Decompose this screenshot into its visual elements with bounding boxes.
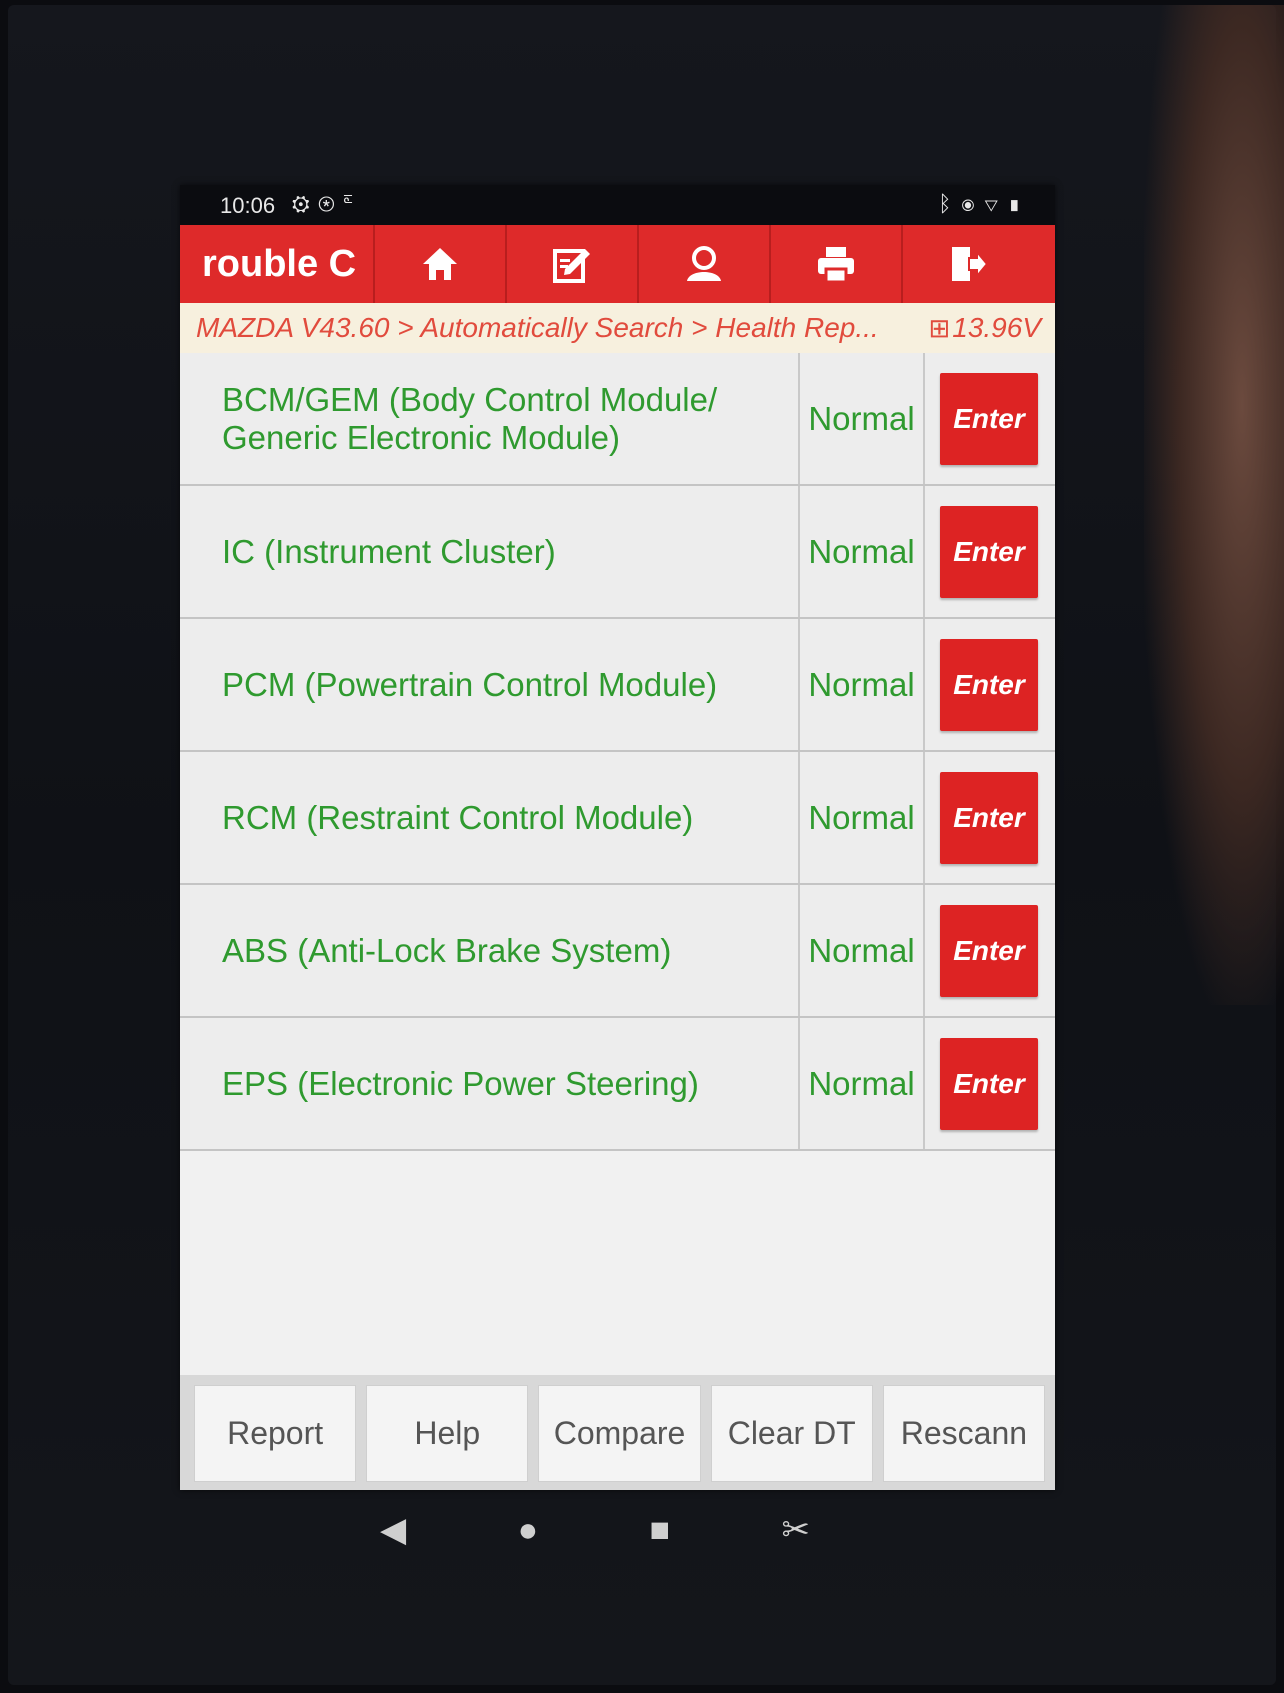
module-name: RCM (Restraint Control Module) bbox=[180, 752, 800, 883]
module-name: PCM (Powertrain Control Module) bbox=[180, 619, 800, 750]
car-battery-icon: ⊞ bbox=[928, 313, 951, 343]
enter-button[interactable]: Enter bbox=[940, 1038, 1038, 1130]
home-button[interactable] bbox=[373, 225, 505, 303]
back-icon[interactable]: ◀ bbox=[380, 1510, 406, 1550]
module-row: IC (Instrument Cluster) Normal Enter bbox=[180, 486, 1055, 619]
battery-icon: ▮ bbox=[1007, 191, 1031, 216]
footer-actions: Report Help Compare Clear DT Rescann bbox=[180, 1375, 1055, 1490]
module-status: Normal bbox=[800, 885, 925, 1016]
enter-button[interactable]: Enter bbox=[940, 772, 1038, 864]
user-button[interactable] bbox=[637, 225, 769, 303]
bluetooth-icon: ᛒ bbox=[938, 191, 962, 216]
breadcrumb-path: MAZDA V43.60 > Automatically Search > He… bbox=[196, 312, 879, 343]
voltage-value: 13.96V bbox=[952, 312, 1041, 343]
module-status: Normal bbox=[800, 1018, 925, 1149]
home-icon bbox=[423, 248, 457, 280]
module-status: Normal bbox=[800, 619, 925, 750]
page-title: rouble C bbox=[202, 243, 357, 285]
module-name: IC (Instrument Cluster) bbox=[180, 486, 800, 617]
edit-button[interactable] bbox=[505, 225, 637, 303]
module-row: EPS (Electronic Power Steering) Normal E… bbox=[180, 1018, 1055, 1151]
recents-icon[interactable]: ■ bbox=[650, 1511, 671, 1550]
module-row: PCM (Powertrain Control Module) Normal E… bbox=[180, 619, 1055, 752]
help-button[interactable]: Help bbox=[366, 1385, 529, 1482]
print-button[interactable] bbox=[769, 225, 901, 303]
exit-icon bbox=[952, 247, 989, 281]
top-toolbar: rouble C bbox=[180, 225, 1055, 303]
edit-icon bbox=[553, 249, 590, 283]
module-name: EPS (Electronic Power Steering) bbox=[180, 1018, 800, 1149]
battery-voltage: ⊞13.96V bbox=[928, 303, 1041, 353]
device-screen: 10:06 ⚙⊛ᖟ ᛒ⦿▽▮ rouble C MAZDA V43.60 > A… bbox=[180, 185, 1055, 1490]
module-status: Normal bbox=[800, 353, 925, 484]
compare-button[interactable]: Compare bbox=[538, 1385, 701, 1482]
gear-icon: ⚙ bbox=[292, 191, 318, 216]
enter-button[interactable]: Enter bbox=[940, 373, 1038, 465]
accessibility-icon: ⊛ bbox=[317, 191, 343, 216]
diagnostic-icon: ᖟ bbox=[342, 191, 362, 216]
rescan-button[interactable]: Rescann bbox=[882, 1385, 1046, 1482]
report-button[interactable]: Report bbox=[194, 1385, 357, 1482]
exit-button[interactable] bbox=[901, 225, 1033, 303]
module-row: BCM/GEM (Body Control Module/ Generic El… bbox=[180, 353, 1055, 486]
status-left-icons: ⚙⊛ᖟ bbox=[292, 191, 361, 217]
enter-button[interactable]: Enter bbox=[940, 905, 1038, 997]
module-row: ABS (Anti-Lock Brake System) Normal Ente… bbox=[180, 885, 1055, 1018]
user-icon bbox=[687, 246, 721, 281]
status-bar: 10:06 ⚙⊛ᖟ ᛒ⦿▽▮ bbox=[180, 185, 1055, 225]
enter-button[interactable]: Enter bbox=[940, 639, 1038, 731]
module-name: ABS (Anti-Lock Brake System) bbox=[180, 885, 800, 1016]
home-nav-icon[interactable]: ● bbox=[518, 1511, 539, 1550]
screenshot-icon[interactable]: ✂ bbox=[781, 1510, 810, 1550]
enter-button[interactable]: Enter bbox=[940, 506, 1038, 598]
signal-icon: ▽ bbox=[984, 191, 1008, 216]
module-status: Normal bbox=[800, 486, 925, 617]
module-name: BCM/GEM (Body Control Module/ Generic El… bbox=[180, 353, 800, 484]
status-right-icons: ᛒ⦿▽▮ bbox=[938, 191, 1031, 217]
breadcrumb: MAZDA V43.60 > Automatically Search > He… bbox=[180, 303, 1055, 353]
location-icon: ⦿ bbox=[961, 191, 985, 216]
module-list: BCM/GEM (Body Control Module/ Generic El… bbox=[180, 353, 1055, 1151]
android-nav-bar: ◀ ● ■ ✂ bbox=[380, 1500, 810, 1560]
clear-dtc-button[interactable]: Clear DT bbox=[710, 1385, 873, 1482]
status-time: 10:06 bbox=[220, 193, 276, 218]
module-status: Normal bbox=[800, 752, 925, 883]
print-icon bbox=[818, 247, 854, 284]
hand-background bbox=[1144, 5, 1284, 1005]
module-row: RCM (Restraint Control Module) Normal En… bbox=[180, 752, 1055, 885]
